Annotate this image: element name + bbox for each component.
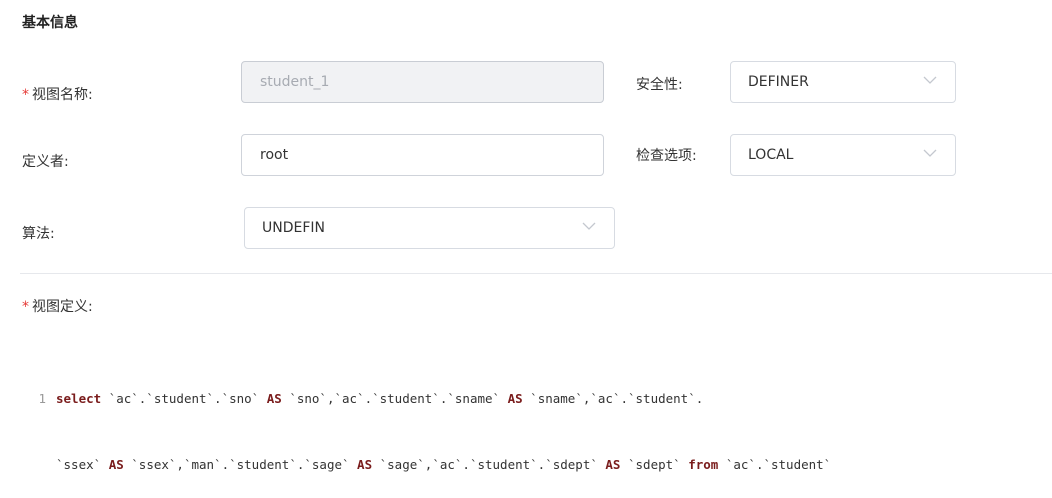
security-value: DEFINER xyxy=(748,74,809,90)
chevron-down-icon xyxy=(923,76,937,84)
required-mark: * xyxy=(22,299,29,315)
algorithm-select[interactable]: UNDEFIN xyxy=(244,207,615,249)
view-name-input[interactable] xyxy=(241,61,604,103)
sql-keyword: AS xyxy=(108,457,124,472)
sql-text: `ac`.`student`.`sno` xyxy=(101,391,267,406)
check-option-value: LOCAL xyxy=(748,147,794,163)
algorithm-label: 算法: xyxy=(22,226,55,242)
required-mark: * xyxy=(22,87,29,103)
sql-keyword: select xyxy=(56,391,102,406)
chevron-down-icon xyxy=(923,149,937,157)
definer-label: 定义者: xyxy=(22,154,69,170)
sql-text: `sage`,`ac`.`student`.`sdept` xyxy=(372,457,606,472)
sql-keyword: AS xyxy=(266,391,282,406)
sql-text: `sno`,`ac`.`student`.`sname` xyxy=(281,391,508,406)
sql-keyword: AS xyxy=(357,457,373,472)
security-select[interactable]: DEFINER xyxy=(730,61,956,103)
check-option-label: 检查选项: xyxy=(636,148,697,164)
line-number: 1 xyxy=(38,391,46,406)
sql-text: `ssex` xyxy=(56,457,109,472)
definition-label-text: 视图定义: xyxy=(32,299,93,315)
sql-keyword: AS xyxy=(605,457,621,472)
algorithm-value: UNDEFIN xyxy=(262,220,325,236)
sql-keyword: from xyxy=(688,457,719,472)
divider xyxy=(20,273,1052,274)
code-line: `ssex` AS `ssex`,`man`.`student`.`sage` … xyxy=(24,454,1052,476)
check-option-select[interactable]: LOCAL xyxy=(730,134,956,176)
sql-keyword: AS xyxy=(507,391,523,406)
section-title: 基本信息 xyxy=(22,15,78,31)
definition-label: * 视图定义: xyxy=(22,296,93,316)
security-label: 安全性: xyxy=(636,77,683,93)
code-line: 1 select `ac`.`student`.`sno` AS `sno`,`a… xyxy=(24,388,1052,410)
chevron-down-icon xyxy=(582,222,596,230)
sql-text: `ac`.`student` xyxy=(718,457,832,472)
definer-input[interactable] xyxy=(241,134,604,176)
view-name-label-text: 视图名称: xyxy=(32,87,93,103)
sql-text: `ssex`,`man`.`student`.`sage` xyxy=(123,457,358,472)
sql-text: `sname`,`ac`.`student`. xyxy=(522,391,704,406)
sql-editor[interactable]: 1 select `ac`.`student`.`sno` AS `sno`,`a… xyxy=(24,344,1052,498)
view-name-label: * 视图名称: xyxy=(22,84,93,104)
sql-text: `sdept` xyxy=(620,457,689,472)
